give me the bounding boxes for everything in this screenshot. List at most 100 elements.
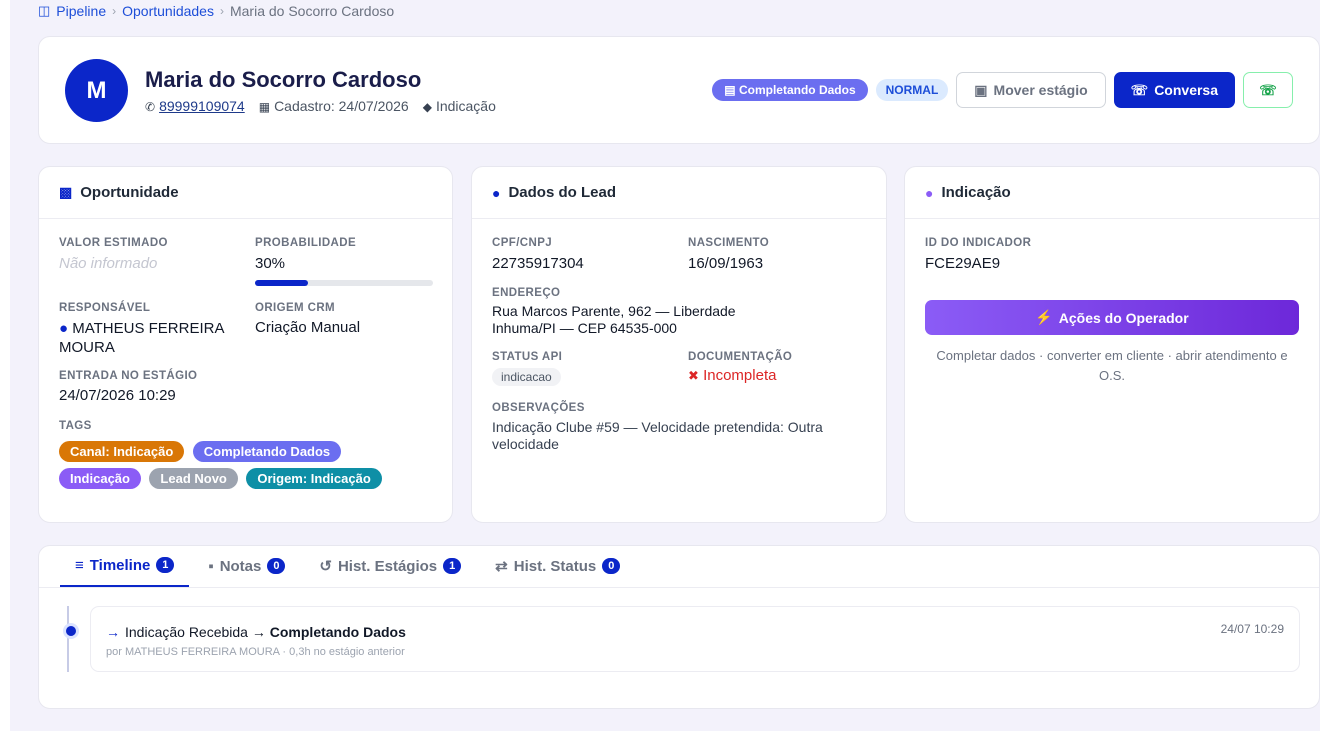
clipboard-icon: ▤: [724, 83, 736, 97]
opportunity-card-header: ▩ Oportunidade: [39, 167, 452, 219]
operator-actions-label: Ações do Operador: [1058, 309, 1189, 326]
indicacao-card-header: ● Indicação: [905, 167, 1319, 219]
cpf-label: CPF/CNPJ: [492, 237, 553, 249]
status-api-chip: indicacao: [492, 368, 561, 386]
tag-lead-novo: Lead Novo: [149, 468, 238, 489]
tab-hist-estagios-label: Hist. Estágios: [337, 557, 438, 575]
conversation-button[interactable]: ☏ Conversa: [1113, 72, 1235, 108]
tab-hist-status[interactable]: ⇄ Hist. Status 0: [480, 545, 635, 587]
observacoes-value: Indicação Clube #59 — Velocidade pretend…: [492, 419, 823, 452]
documentacao-label: DOCUMENTAÇÃO: [688, 351, 793, 363]
page-title: Maria do Socorro Cardoso: [145, 67, 422, 92]
arrow-right-icon: →: [106, 624, 120, 640]
move-stage-button[interactable]: ▣ Mover estágio: [956, 72, 1106, 108]
endereco-line2: Inhuma/PI — CEP 64535-000: [492, 320, 677, 336]
lightbulb-icon: ●: [925, 184, 934, 201]
phone-link[interactable]: 89999109074: [159, 98, 245, 114]
tab-timeline-label: Timeline: [89, 556, 151, 574]
conversation-label: Conversa: [1154, 82, 1218, 98]
probabilidade-value: 30%: [255, 255, 286, 272]
user-icon: ●: [492, 184, 501, 201]
tab-timeline[interactable]: ≡ Timeline 1: [60, 545, 190, 587]
tab-bar: ≡ Timeline 1 ▪ Notas 0 ↺ Hist. Estágios …: [39, 546, 1319, 588]
stage-badge-label: Completando Dados: [738, 83, 856, 97]
observacoes-label: OBSERVAÇÕES: [492, 402, 585, 414]
board-icon: ◫: [38, 3, 51, 18]
calendar-icon: ▦: [258, 100, 271, 114]
origem-value: Criação Manual: [255, 319, 361, 336]
responsavel-value: ● MATHEUS FERREIRA MOURA: [59, 319, 249, 357]
entrada-value: 24/07/2026 10:29: [59, 387, 176, 404]
timeline-entry-title: → Indicação Recebida → Completando Dados: [106, 624, 406, 640]
indicacao-title: Indicação: [941, 184, 1011, 201]
tab-hist-estagios-count: 1: [443, 558, 462, 574]
operator-actions-hint: Completar dados · converter em cliente ·…: [936, 348, 1288, 383]
lead-meta: ✆ 89999109074 ▦ Cadastro: 24/07/2026 ◆ Indi…: [145, 98, 496, 114]
breadcrumb-oportunidades[interactable]: Oportunidades: [122, 3, 214, 19]
whatsapp-icon: ☏: [1259, 81, 1277, 98]
whatsapp-button[interactable]: ☏: [1243, 72, 1293, 108]
priority-badge: NORMAL: [875, 79, 949, 101]
opportunity-title: Oportunidade: [80, 184, 179, 201]
lock-icon: ▣: [974, 81, 988, 98]
tag-icon: ◆: [422, 100, 432, 114]
avatar: M: [65, 59, 128, 122]
indicacao-card: ● Indicação ID DO INDICADOR FCE29AE9 ⚡ A…: [904, 166, 1320, 523]
indicador-id-value: FCE29AE9: [925, 255, 1001, 272]
tab-notas-label: Notas: [219, 557, 262, 575]
user-circle-icon: ●: [59, 320, 69, 337]
tab-notas[interactable]: ▪ Notas 0: [193, 545, 300, 587]
tag-completando: Completando Dados: [192, 441, 342, 462]
responsavel-name: MATHEUS FERREIRA MOURA: [59, 320, 224, 356]
breadcrumb-pipeline[interactable]: Pipeline: [56, 3, 106, 19]
bolt-icon: ⚡: [1035, 309, 1053, 325]
move-stage-label: Mover estágio: [993, 82, 1088, 98]
tags-label: TAGS: [59, 420, 92, 432]
x-circle-icon: ✖: [688, 368, 699, 383]
opportunity-card: ▩ Oportunidade VALOR ESTIMADO Não inform…: [38, 166, 453, 523]
tab-hist-status-label: Hist. Status: [513, 557, 597, 575]
list-icon: ≡: [75, 556, 84, 574]
responsavel-label: RESPONSÁVEL: [59, 302, 151, 314]
lead-data-card: ● Dados do Lead CPF/CNPJ 22735917304 NAS…: [471, 166, 887, 523]
stage-badge: ▤ Completando Dados: [712, 79, 868, 101]
valor-value: Não informado: [59, 255, 158, 272]
lead-source: Indicação: [435, 98, 496, 114]
tag-canal: Canal: Indicação: [59, 441, 185, 462]
tag-origem: Origem: Indicação: [246, 468, 382, 489]
tab-hist-status-count: 0: [602, 558, 621, 574]
lead-title: Dados do Lead: [508, 184, 616, 201]
operator-actions-button[interactable]: ⚡ Ações do Operador: [925, 300, 1299, 335]
status-api-label: STATUS API: [492, 351, 563, 363]
breadcrumb: ◫ Pipeline › Oportunidades › Maria do So…: [38, 3, 394, 19]
phone-icon: ✆: [145, 100, 156, 114]
probability-bar: [255, 280, 433, 286]
valor-label: VALOR ESTIMADO: [59, 237, 168, 249]
timeline-from: Indicação Recebida: [125, 624, 248, 640]
timeline-entry-subtitle: por MATHEUS FERREIRA MOURA · 0,3h no est…: [106, 646, 405, 658]
header-actions: ▤ Completando Dados NORMAL ▣ Mover estág…: [712, 72, 1293, 108]
timeline-entry: → Indicação Recebida → Completando Dados …: [90, 606, 1300, 672]
cpf-value: 22735917304: [492, 255, 584, 272]
timeline-line: [67, 606, 69, 672]
activity-card: ≡ Timeline 1 ▪ Notas 0 ↺ Hist. Estágios …: [38, 545, 1320, 709]
chevron-right-icon: ›: [219, 4, 224, 18]
whatsapp-icon: ☏: [1130, 81, 1149, 98]
status-api-value: indicacao: [492, 368, 561, 386]
tab-hist-estagios[interactable]: ↺ Hist. Estágios 1: [304, 545, 476, 587]
endereco-line1: Rua Marcos Parente, 962 — Liberdade: [492, 303, 736, 319]
swap-icon: ⇄: [495, 558, 508, 575]
lead-card-header: ● Dados do Lead: [472, 167, 886, 219]
note-icon: ▪: [208, 557, 214, 575]
origem-label: ORIGEM CRM: [255, 302, 336, 314]
tag-list: Canal: Indicação Completando Dados Indic…: [59, 441, 419, 495]
tab-timeline-count: 1: [156, 557, 175, 573]
probability-bar-fill: [255, 280, 309, 286]
timeline-entry-time: 24/07 10:29: [1220, 622, 1284, 636]
breadcrumb-current: Maria do Socorro Cardoso: [229, 3, 395, 19]
nascimento-value: 16/09/1963: [688, 255, 764, 272]
nascimento-label: NASCIMENTO: [688, 237, 770, 249]
history-icon: ↺: [319, 558, 332, 575]
cadastro-date: Cadastro: 24/07/2026: [274, 98, 409, 114]
arrow-right-icon: →: [251, 624, 270, 640]
